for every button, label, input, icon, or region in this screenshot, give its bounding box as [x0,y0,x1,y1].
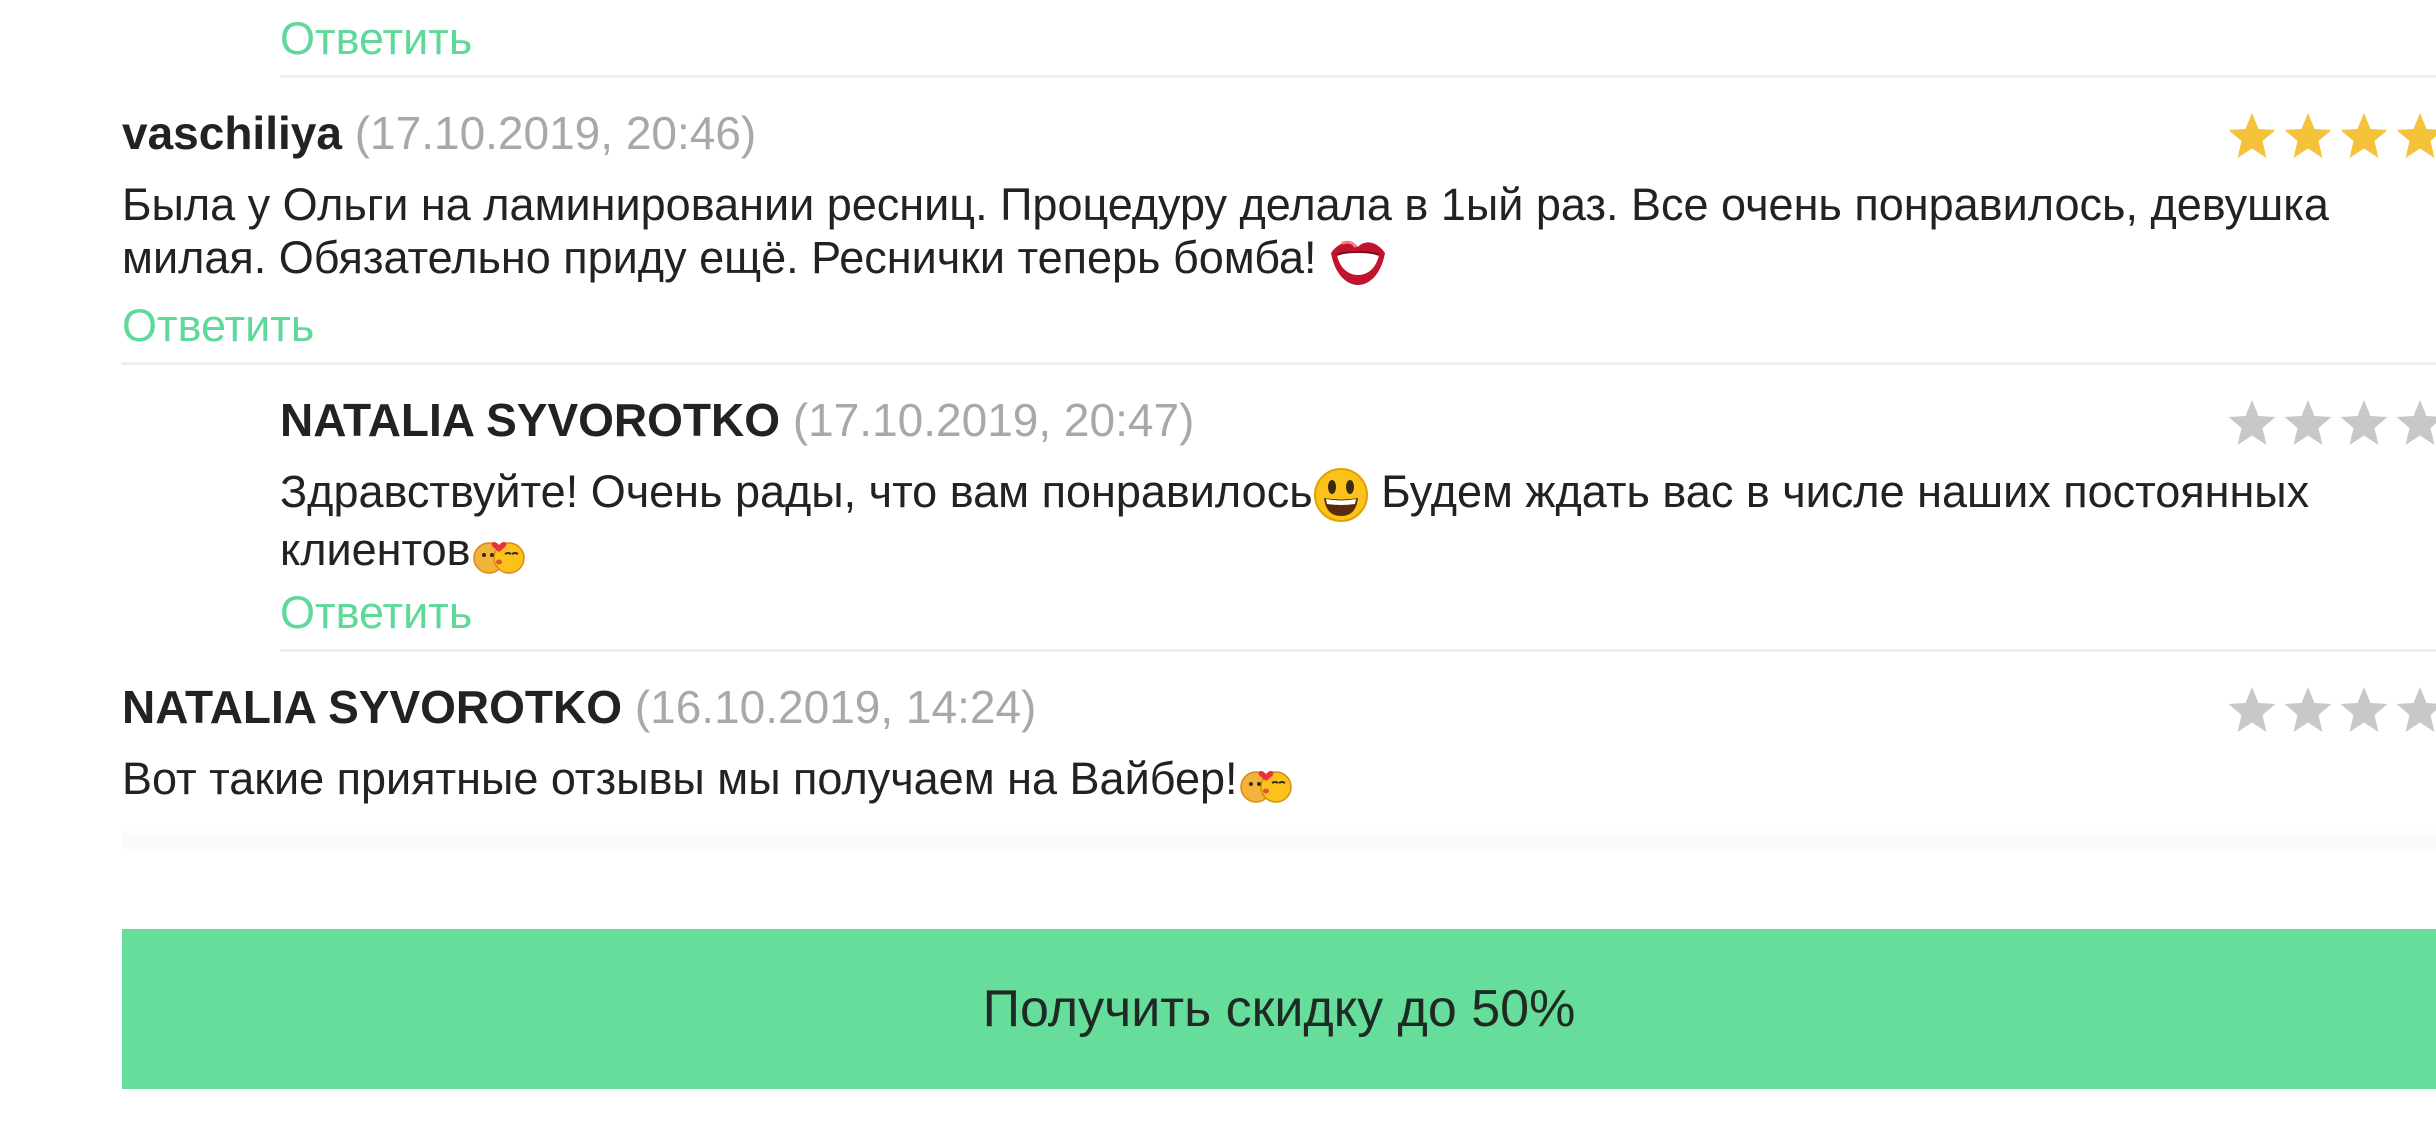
comment-header: NATALIA SYVOROTKO (17.10.2019, 20:47) [280,397,1194,443]
rating-stars [2226,111,2436,161]
comment-text-content: Вот такие приятные отзывы мы получаем на… [122,753,1238,804]
star-icon [2340,687,2388,732]
comment-divider [280,649,2436,652]
comment-text-content: Здравствуйте! Очень рады, что вам понрав… [280,466,1313,517]
kissing-couple-icon [1239,771,1292,803]
rating-stars [2226,685,2436,735]
comment-author[interactable]: NATALIA SYVOROTKO [280,394,780,446]
star-icon [2228,687,2276,732]
content-fade [122,828,2436,856]
comment-author[interactable]: vaschiliya [122,107,342,159]
comment-divider [122,362,2436,365]
comment-divider [280,75,2436,78]
reply-link[interactable]: Ответить [280,590,472,635]
comment-header: NATALIA SYVOROTKO (16.10.2019, 14:24) [122,684,1036,730]
comment-date: (17.10.2019, 20:46) [354,107,757,159]
star-icon [2228,113,2276,158]
kissing-couple-icon [472,542,525,574]
star-icon [2396,400,2436,445]
star-icon [2284,687,2332,732]
comment-date: (17.10.2019, 20:47) [792,394,1195,446]
star-icon [2396,687,2436,732]
comment-text: Вот такие приятные отзывы мы получаем на… [122,752,2422,805]
reply-link[interactable]: Ответить [280,16,472,61]
star-icon [2284,113,2332,158]
star-icon [2396,113,2436,158]
comment-author[interactable]: NATALIA SYVOROTKO [122,681,622,733]
reply-link[interactable]: Ответить [122,303,314,348]
lips-icon [1331,240,1385,286]
rating-stars [2226,398,2436,448]
smiling-face-icon [1313,468,1368,523]
star-icon [2284,400,2332,445]
comment-text: Была у Ольги на ламинировании ресниц. Пр… [122,178,2422,287]
comment-date: (16.10.2019, 14:24) [634,681,1037,733]
discount-button-label: Получить скидку до 50% [982,980,1576,1038]
star-icon [2228,400,2276,445]
comment-header: vaschiliya (17.10.2019, 20:46) [122,110,756,156]
star-icon [2340,113,2388,158]
star-icon [2340,400,2388,445]
comment-text-content: Была у Ольги на ламинировании ресниц. Пр… [122,179,2329,283]
discount-button[interactable]: Получить скидку до 50% [122,929,2436,1089]
comment-text: Здравствуйте! Очень рады, что вам понрав… [280,465,2422,576]
